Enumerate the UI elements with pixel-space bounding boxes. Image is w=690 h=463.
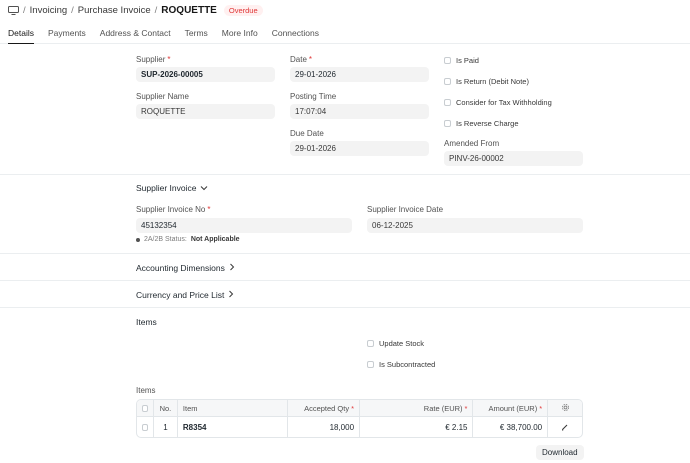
accepted-qty[interactable]: 18,000: [288, 417, 361, 437]
amended-from-label: Amended From: [444, 139, 500, 148]
tab-payments[interactable]: Payments: [48, 23, 86, 44]
supplier-name-label: Supplier Name: [136, 92, 189, 101]
row-edit-cell: [548, 417, 582, 437]
rate[interactable]: € 2.15: [360, 417, 474, 437]
currency-price-list-toggle[interactable]: Currency and Price List: [136, 290, 234, 300]
tab-details[interactable]: Details: [8, 23, 34, 44]
breadcrumb-separator: /: [154, 4, 158, 16]
monitor-icon[interactable]: [8, 5, 19, 15]
checkbox-box[interactable]: [367, 361, 374, 368]
column-header: No.: [154, 400, 178, 416]
breadcrumb: / Invoicing / Purchase Invoice / ROQUETT…: [8, 3, 263, 17]
amended-from-field[interactable]: PINV-26-00002: [444, 151, 583, 166]
item-code[interactable]: R8354: [178, 417, 289, 437]
supplier-invoice-section-toggle[interactable]: Supplier Invoice: [136, 183, 208, 193]
is-subcontracted-checkbox[interactable]: Is Subcontracted: [367, 360, 435, 369]
select-all-cell: [137, 400, 154, 416]
row-select-cell: [137, 417, 154, 437]
tab-bar: Details Payments Address & Contact Terms…: [0, 23, 690, 44]
breadcrumb-purchase-invoice[interactable]: Purchase Invoice: [78, 5, 151, 16]
column-header: Accepted Qty *: [288, 400, 361, 416]
row-no: 1: [154, 417, 178, 437]
tab-terms[interactable]: Terms: [185, 23, 208, 44]
is-paid-checkbox[interactable]: Is Paid: [444, 56, 479, 65]
supplier-field[interactable]: SUP-2026-00005: [136, 67, 275, 82]
items-table-label: Items: [136, 386, 156, 395]
breadcrumb-separator: /: [23, 4, 26, 16]
status-dot-icon: [136, 237, 140, 242]
accounting-dimensions-toggle[interactable]: Accounting Dimensions: [136, 263, 235, 273]
checkbox-box[interactable]: [367, 340, 374, 347]
table-header: No. Item Accepted Qty * Rate (EUR) * Amoun…: [137, 400, 582, 417]
column-header: Amount (EUR) *: [473, 400, 549, 416]
posting-time-label: Posting Time: [290, 92, 337, 101]
section-divider: [0, 174, 690, 175]
supplier-name-field: ROQUETTE: [136, 104, 275, 119]
update-stock-checkbox[interactable]: Update Stock: [367, 339, 424, 348]
tab-connections[interactable]: Connections: [272, 23, 319, 44]
tab-address-contact[interactable]: Address & Contact: [100, 23, 171, 44]
supplier-invoice-no-field[interactable]: 45132354: [136, 218, 352, 233]
posting-time-field[interactable]: 17:07:04: [290, 104, 429, 119]
supplier-label: Supplier *: [136, 55, 171, 64]
date-field[interactable]: 29-01-2026: [290, 67, 429, 82]
checkbox-box[interactable]: [444, 57, 451, 64]
is-return-checkbox[interactable]: Is Return (Debit Note): [444, 77, 529, 86]
supplier-invoice-no-label: Supplier Invoice No *: [136, 205, 211, 214]
amount: € 38,700.00: [473, 417, 549, 437]
chevron-right-icon: [229, 263, 235, 273]
chevron-down-icon: [200, 184, 208, 193]
edit-icon[interactable]: [561, 423, 569, 433]
items-section-heading: Items: [136, 317, 157, 327]
download-button[interactable]: Download: [536, 445, 584, 460]
column-settings-cell: [548, 400, 582, 416]
checkbox-box[interactable]: [444, 78, 451, 85]
section-divider: [0, 253, 690, 254]
breadcrumb-invoicing[interactable]: Invoicing: [30, 5, 68, 16]
select-all-checkbox[interactable]: [142, 404, 148, 412]
status-badge: Overdue: [223, 4, 263, 16]
supplier-invoice-date-field[interactable]: 06-12-2025: [367, 218, 583, 233]
column-header: Rate (EUR) *: [360, 400, 474, 416]
row-checkbox[interactable]: [142, 424, 148, 431]
due-date-field[interactable]: 29-01-2026: [290, 141, 429, 156]
breadcrumb-separator: /: [71, 4, 74, 16]
due-date-label: Due Date: [290, 129, 324, 138]
tab-more-info[interactable]: More Info: [222, 23, 258, 44]
page-title: ROQUETTE: [161, 4, 217, 16]
section-divider: [0, 307, 690, 308]
chevron-right-icon: [228, 290, 234, 300]
date-label: Date *: [290, 55, 313, 64]
reverse-charge-checkbox[interactable]: Is Reverse Charge: [444, 119, 519, 128]
supplier-invoice-date-label: Supplier Invoice Date: [367, 205, 444, 214]
checkbox-box[interactable]: [444, 99, 451, 106]
checkbox-box[interactable]: [444, 120, 451, 127]
tax-withholding-checkbox[interactable]: Consider for Tax Withholding: [444, 98, 552, 107]
column-header: Item: [178, 400, 289, 416]
section-divider: [0, 280, 690, 281]
gear-icon[interactable]: [561, 403, 570, 414]
gst-status: 2A/2B Status: Not Applicable: [136, 236, 240, 243]
items-table: No. Item Accepted Qty * Rate (EUR) * Amoun…: [136, 399, 583, 438]
table-row[interactable]: 1 R8354 18,000 € 2.15 € 38,700.00: [137, 417, 582, 437]
